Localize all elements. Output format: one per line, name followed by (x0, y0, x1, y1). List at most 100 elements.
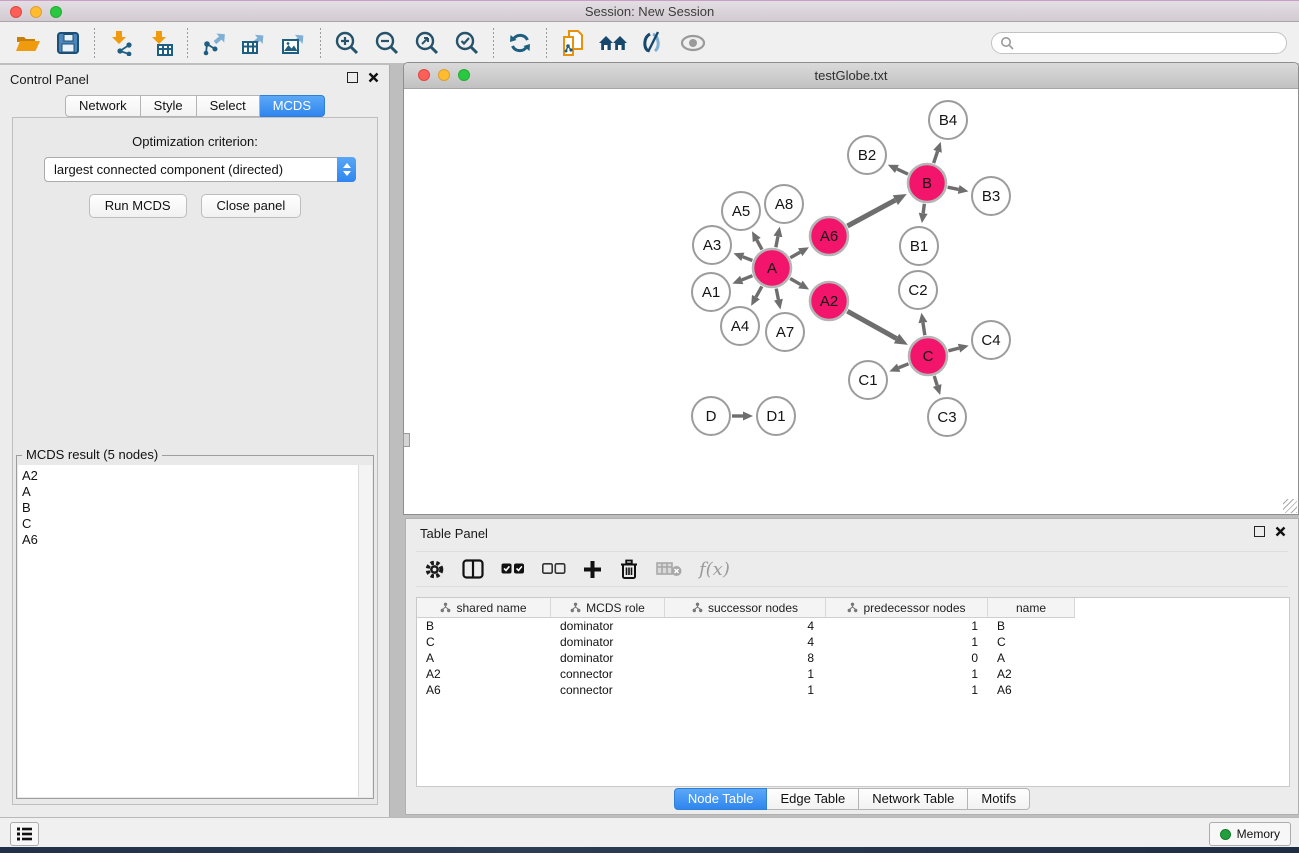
delete-table-icon[interactable] (656, 561, 682, 577)
tab-network[interactable]: Network (65, 95, 141, 117)
float-panel-icon[interactable] (347, 72, 358, 83)
function-builder-icon[interactable]: f(x) (699, 559, 730, 580)
table-cell[interactable]: 1 (826, 683, 988, 697)
table-cell[interactable]: A2 (988, 667, 1075, 681)
column-header-successor-nodes[interactable]: successor nodes (665, 598, 826, 618)
close-panel-button[interactable]: Close panel (201, 194, 302, 218)
table-cell[interactable]: 8 (665, 651, 826, 665)
zoom-in-icon[interactable] (327, 26, 367, 60)
edge[interactable] (899, 364, 909, 368)
edge[interactable] (776, 236, 778, 247)
delete-column-icon[interactable] (619, 559, 639, 580)
table-cell[interactable]: 1 (665, 667, 826, 681)
edge[interactable] (743, 257, 753, 261)
edge[interactable] (790, 279, 800, 285)
close-window-icon[interactable] (10, 6, 22, 18)
table-cell[interactable]: 1 (826, 667, 988, 681)
close-panel-icon[interactable] (1275, 526, 1286, 537)
mcds-result-item[interactable]: C (22, 516, 358, 532)
table-cell[interactable]: B (988, 619, 1075, 633)
import-table-icon[interactable] (141, 26, 181, 60)
table-row[interactable]: Adominator80A (417, 650, 1289, 666)
column-header-shared-name[interactable]: shared name (417, 598, 551, 618)
memory-button[interactable]: Memory (1209, 822, 1291, 846)
edge[interactable] (897, 169, 908, 174)
table-row[interactable]: Cdominator41C (417, 634, 1289, 650)
export-image-icon[interactable] (274, 26, 314, 60)
deselect-all-icon[interactable] (542, 563, 566, 575)
eye-icon[interactable] (673, 26, 713, 60)
table-cell[interactable]: dominator (551, 651, 665, 665)
network-canvas[interactable]: AA1A2A3A4A5A6A7A8BB1B2B3B4CC1C2C3C4DD1 (404, 88, 1298, 514)
mcds-result-item[interactable]: A6 (22, 532, 358, 548)
column-header-name[interactable]: name (988, 598, 1075, 618)
run-mcds-button[interactable]: Run MCDS (89, 194, 187, 218)
table-cell[interactable]: 1 (826, 619, 988, 633)
save-session-icon[interactable] (48, 26, 88, 60)
table-cell[interactable]: B (417, 619, 551, 633)
add-column-icon[interactable] (583, 560, 602, 579)
tab-node-table[interactable]: Node Table (674, 788, 768, 810)
network-maximize-icon[interactable] (458, 69, 470, 81)
table-cell[interactable]: 4 (665, 635, 826, 649)
optimization-criterion-select[interactable]: largest connected component (directed) (44, 157, 356, 182)
maximize-window-icon[interactable] (50, 6, 62, 18)
table-cell[interactable]: A6 (988, 683, 1075, 697)
table-cell[interactable]: dominator (551, 635, 665, 649)
table-cell[interactable]: C (988, 635, 1075, 649)
table-cell[interactable]: A (988, 651, 1075, 665)
table-cell[interactable]: 4 (665, 619, 826, 633)
toggle-columns-icon[interactable] (462, 559, 484, 579)
home-layout-icon[interactable] (593, 26, 633, 60)
edge[interactable] (948, 187, 959, 189)
table-row[interactable]: Bdominator41B (417, 618, 1289, 634)
zoom-out-icon[interactable] (367, 26, 407, 60)
search-input[interactable] (1014, 35, 1278, 51)
edge[interactable] (847, 311, 896, 338)
close-panel-icon[interactable] (368, 72, 379, 83)
zoom-fit-icon[interactable] (407, 26, 447, 60)
edge[interactable] (934, 376, 937, 385)
mcds-result-item[interactable]: A2 (22, 468, 358, 484)
table-row[interactable]: A6connector11A6 (417, 682, 1289, 698)
table-cell[interactable]: A6 (417, 683, 551, 697)
import-network-icon[interactable] (101, 26, 141, 60)
select-all-icon[interactable] (501, 563, 525, 575)
table-cell[interactable]: C (417, 635, 551, 649)
tab-style[interactable]: Style (141, 95, 197, 117)
mcds-result-item[interactable]: A (22, 484, 358, 500)
edge[interactable] (934, 151, 938, 163)
table-cell[interactable]: connector (551, 683, 665, 697)
tab-select[interactable]: Select (197, 95, 260, 117)
network-window-titlebar[interactable]: testGlobe.txt (404, 63, 1298, 89)
tab-edge-table[interactable]: Edge Table (767, 788, 859, 810)
mcds-result-scrollbar[interactable] (358, 465, 372, 797)
window-resize-grip[interactable] (1283, 499, 1297, 513)
tab-mcds[interactable]: MCDS (260, 95, 325, 117)
edge[interactable] (847, 200, 895, 226)
network-graph[interactable]: AA1A2A3A4A5A6A7A8BB1B2B3B4CC1C2C3C4DD1 (404, 88, 1298, 514)
edge[interactable] (948, 348, 959, 351)
network-minimize-icon[interactable] (438, 69, 450, 81)
zoom-selected-icon[interactable] (447, 26, 487, 60)
edge[interactable] (756, 286, 762, 297)
table-cell[interactable]: 1 (665, 683, 826, 697)
search-box[interactable] (991, 32, 1287, 54)
graphics-details-icon[interactable] (633, 26, 673, 60)
float-panel-icon[interactable] (1254, 526, 1265, 537)
export-network-icon[interactable] (194, 26, 234, 60)
column-header-predecessor-nodes[interactable]: predecessor nodes (826, 598, 988, 618)
table-cell[interactable]: connector (551, 667, 665, 681)
edge[interactable] (757, 240, 762, 250)
table-cell[interactable]: 0 (826, 651, 988, 665)
tab-motifs[interactable]: Motifs (968, 788, 1030, 810)
window-resize-handle[interactable] (403, 433, 410, 447)
edge[interactable] (742, 276, 753, 280)
refresh-icon[interactable] (500, 26, 540, 60)
table-settings-gear-icon[interactable] (424, 559, 445, 580)
table-row[interactable]: A2connector11A2 (417, 666, 1289, 682)
edge[interactable] (923, 204, 924, 213)
network-close-icon[interactable] (418, 69, 430, 81)
table-cell[interactable]: A (417, 651, 551, 665)
edge[interactable] (790, 252, 800, 258)
